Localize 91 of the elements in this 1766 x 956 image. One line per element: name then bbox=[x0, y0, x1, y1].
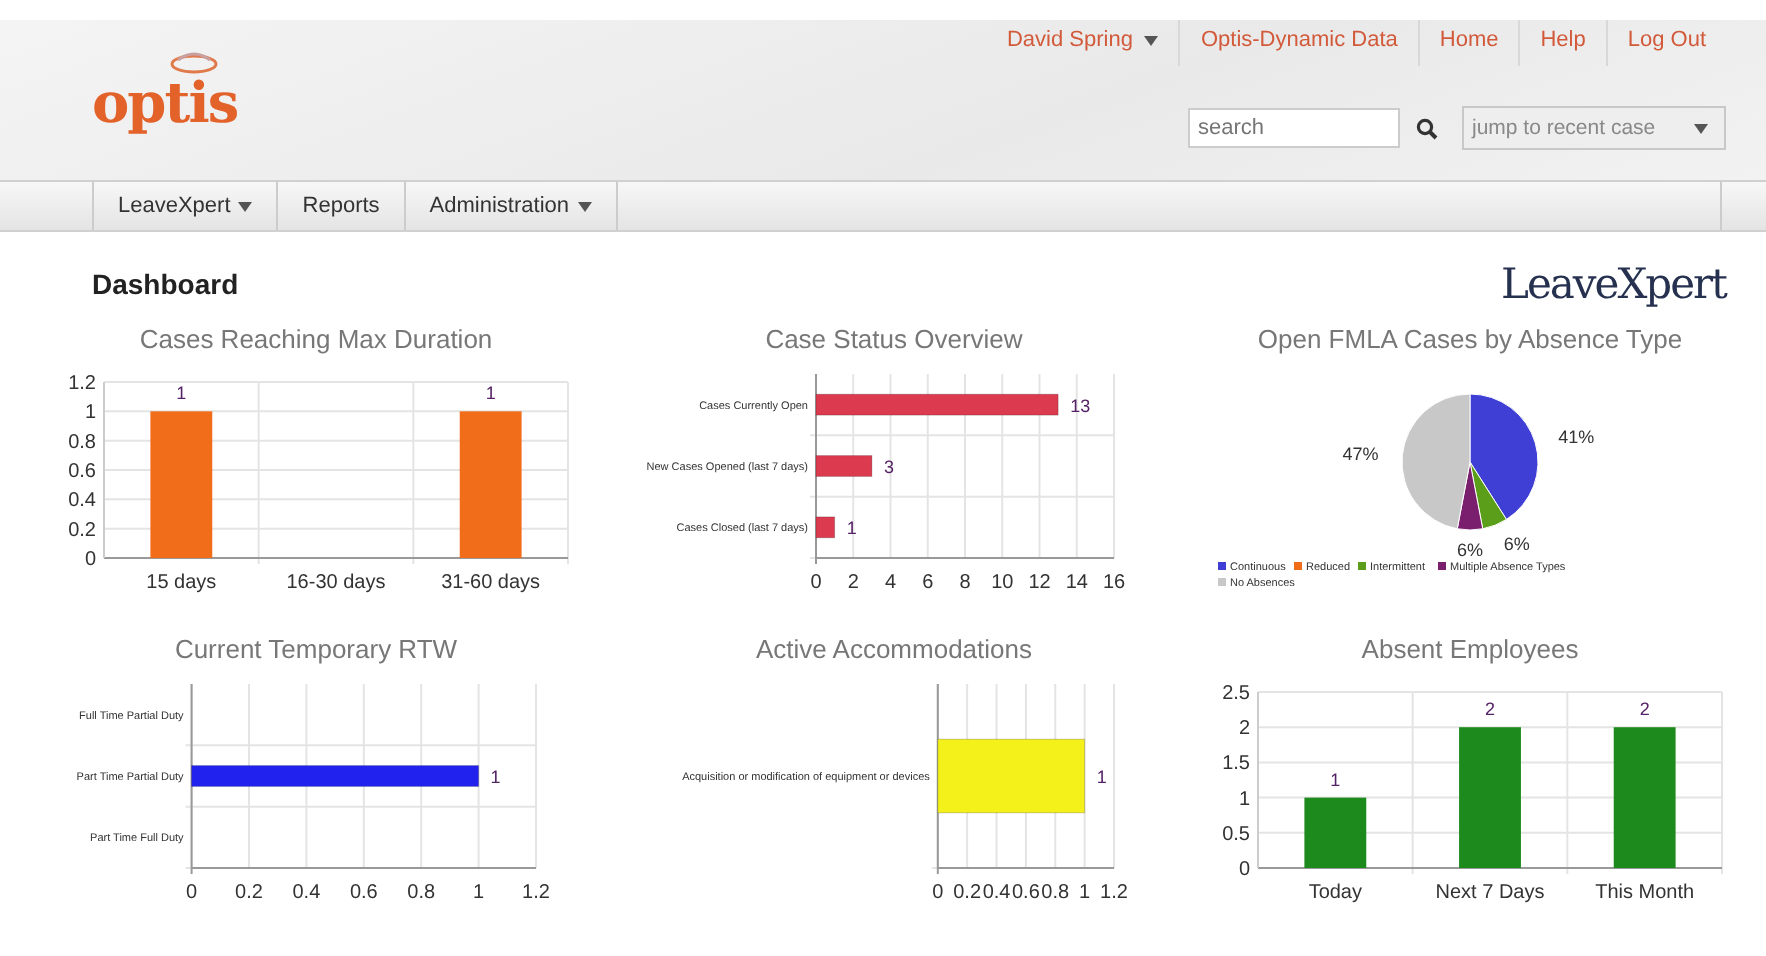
nav-menu-item[interactable]: LeaveXpert bbox=[92, 182, 277, 230]
axis-category-label: Next 7 Days bbox=[1435, 882, 1545, 904]
brand-logo: LeaveXpert bbox=[1501, 260, 1726, 308]
axis-tick-label: 2 bbox=[1238, 718, 1250, 741]
axis-tick-label: 0.4 bbox=[982, 882, 1011, 904]
axis-tick-label: 0.6 bbox=[349, 882, 378, 904]
axis-tick-label: 0.2 bbox=[953, 882, 982, 904]
nav-menu-item[interactable]: Reports bbox=[276, 182, 404, 230]
logo-text: optis bbox=[92, 76, 238, 132]
axis-tick-label: 16 bbox=[1102, 572, 1126, 594]
chart-title: Current Temporary RTW bbox=[174, 634, 458, 664]
axis-tick-label: 1 bbox=[84, 402, 96, 425]
axis-tick-label: 2 bbox=[847, 572, 859, 594]
data-label: 1 bbox=[490, 767, 501, 787]
axis-tick-label: 0 bbox=[810, 572, 822, 594]
data-label: 41% bbox=[1558, 427, 1595, 448]
data-label: 47% bbox=[1342, 443, 1379, 464]
bar bbox=[815, 455, 873, 477]
data-label: 1 bbox=[1096, 767, 1107, 787]
legend-swatch bbox=[1358, 562, 1366, 570]
chart-title: Open FMLA Cases by Absence Type bbox=[1257, 324, 1683, 354]
axis-tick-label: 1 bbox=[1079, 882, 1091, 904]
caret-icon bbox=[1694, 123, 1708, 133]
axis-tick-label: 2.5 bbox=[1222, 683, 1250, 705]
header-link[interactable]: David Spring bbox=[986, 20, 1181, 66]
caret-icon bbox=[577, 201, 591, 211]
data-label: 1 bbox=[1330, 769, 1341, 790]
axis-tick-label: 0.2 bbox=[235, 882, 263, 904]
search-icon bbox=[1415, 117, 1437, 139]
chart-title: Cases Reaching Max Duration bbox=[139, 324, 493, 354]
chart-title: Case Status Overview bbox=[765, 324, 1023, 354]
data-label: 6% bbox=[1503, 533, 1530, 554]
axis-tick-label: 1 bbox=[473, 882, 485, 904]
legend-swatch bbox=[1218, 578, 1226, 586]
axis-tick-label: 0.4 bbox=[292, 882, 321, 904]
axis-tick-label: 0 bbox=[932, 882, 944, 904]
data-label: 1 bbox=[485, 383, 496, 404]
data-label: 6% bbox=[1457, 540, 1483, 560]
header-link[interactable]: Optis-Dynamic Data bbox=[1180, 20, 1420, 66]
axis-tick-label: 1 bbox=[1238, 788, 1250, 811]
axis-tick-label: 0 bbox=[84, 549, 96, 571]
data-label: 2 bbox=[1639, 699, 1650, 720]
legend-swatch bbox=[1294, 562, 1302, 570]
caret-icon bbox=[238, 201, 253, 211]
axis-tick-label: 10 bbox=[991, 572, 1014, 594]
data-label: 13 bbox=[1070, 395, 1091, 416]
data-label: 1 bbox=[846, 518, 857, 539]
bar bbox=[1304, 797, 1367, 868]
axis-tick-label: 1.5 bbox=[1222, 753, 1250, 776]
axis-tick-label: 0.8 bbox=[407, 882, 436, 904]
chart-title: Active Accommodations bbox=[755, 634, 1032, 664]
axis-tick-label: 0.2 bbox=[68, 519, 96, 542]
swirl-icon bbox=[168, 48, 221, 76]
axis-tick-label: 1.2 bbox=[1100, 882, 1128, 904]
search-field[interactable]: search bbox=[1188, 108, 1400, 148]
axis-tick-label: 4 bbox=[884, 572, 897, 594]
header-link[interactable]: Log Out bbox=[1607, 20, 1726, 66]
axis-category-label: 31-60 days bbox=[441, 572, 541, 594]
axis-category-label: 16-30 days bbox=[286, 572, 386, 594]
page-title: Dashboard bbox=[92, 268, 239, 300]
axis-tick-label: 0.4 bbox=[68, 490, 96, 513]
axis-tick-label: 0.6 bbox=[68, 461, 96, 483]
chart-title: Absent Employees bbox=[1361, 634, 1579, 664]
axis-tick-label: 0.8 bbox=[68, 431, 96, 454]
axis-tick-label: 1.2 bbox=[522, 882, 550, 904]
legend-swatch bbox=[1218, 562, 1226, 570]
axis-tick-label: 0 bbox=[1238, 859, 1250, 881]
axis-category-label: This Month bbox=[1595, 882, 1695, 904]
nav-menu-item[interactable]: Administration bbox=[403, 182, 615, 230]
axis-tick-label: 8 bbox=[959, 572, 971, 594]
axis-tick-label: 0.8 bbox=[1041, 882, 1070, 904]
bar bbox=[815, 516, 836, 539]
axis-tick-label: 0.5 bbox=[1222, 823, 1250, 846]
bar bbox=[1459, 727, 1521, 868]
axis-tick-label: 1.2 bbox=[68, 373, 96, 395]
header-link[interactable]: Help bbox=[1520, 20, 1608, 66]
legend-swatch bbox=[1438, 562, 1446, 570]
header-link[interactable]: Home bbox=[1419, 20, 1521, 66]
axis-tick-label: 0 bbox=[186, 882, 198, 904]
axis-tick-label: 12 bbox=[1028, 572, 1051, 594]
axis-tick-label: 14 bbox=[1065, 572, 1088, 594]
axis-category-label: 15 days bbox=[146, 572, 217, 594]
axis-category-label: Today bbox=[1308, 882, 1362, 904]
axis-tick-label: 0.6 bbox=[1012, 882, 1040, 904]
caret-icon bbox=[1144, 35, 1159, 45]
bar bbox=[1613, 727, 1676, 868]
data-label: 2 bbox=[1485, 699, 1495, 720]
data-label: 3 bbox=[883, 457, 894, 477]
axis-tick-label: 6 bbox=[922, 572, 934, 594]
recent-case-dropdown[interactable]: jump to recent case bbox=[1462, 106, 1726, 150]
data-label: 1 bbox=[176, 383, 187, 404]
